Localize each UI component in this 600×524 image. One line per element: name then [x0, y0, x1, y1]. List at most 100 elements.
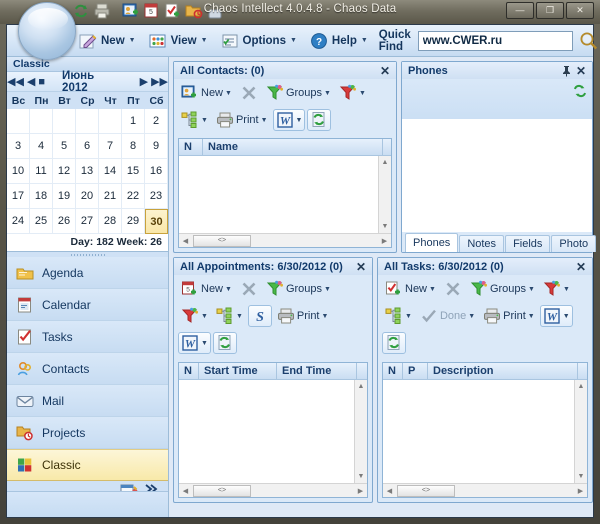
chevron-down-icon[interactable]: ▼	[324, 286, 331, 293]
sidebar-item-contacts[interactable]: Contacts	[7, 353, 168, 385]
appointments-list[interactable]: NStart TimeEnd Time ▲ ▼ ◀ <> ▶	[178, 362, 368, 498]
appointments-new-button[interactable]: 5New▼	[178, 278, 235, 300]
calendar-day[interactable]: 7	[99, 134, 122, 159]
chevron-down-icon[interactable]: ▼	[359, 90, 366, 97]
contacts-vertical-scrollbar[interactable]: ▲ ▼	[378, 156, 391, 233]
chevron-down-icon[interactable]: ▼	[225, 90, 232, 97]
calendar-day[interactable]: 17	[7, 184, 30, 209]
scroll-down-icon[interactable]: ▼	[575, 470, 587, 483]
view-button[interactable]: View ▼	[143, 28, 213, 54]
scroll-right-icon[interactable]: ▶	[574, 487, 587, 495]
appointments-hierarchy-button[interactable]: ▼	[213, 305, 246, 327]
tasks-print-button[interactable]: Print▼	[480, 305, 538, 327]
appointments-column-header[interactable]: Start Time	[199, 363, 277, 379]
calendar-prev-month-button[interactable]: ◀	[27, 75, 35, 88]
sidebar-item-tasks[interactable]: Tasks	[7, 321, 168, 353]
tasks-list-body[interactable]	[383, 380, 574, 483]
tasks-hierarchy-button[interactable]: ▼	[382, 305, 415, 327]
appointments-spell-check-button[interactable]: S	[248, 305, 272, 327]
calendar-day[interactable]: 28	[99, 209, 122, 234]
chevron-down-icon[interactable]: ▼	[324, 90, 331, 97]
calendar-day[interactable]: 25	[30, 209, 53, 234]
calendar-day[interactable]: 15	[122, 159, 145, 184]
contacts-hierarchy-button[interactable]: ▼	[178, 109, 211, 131]
close-icon[interactable]: ✕	[354, 260, 368, 274]
chevron-down-icon[interactable]: ▼	[201, 313, 208, 320]
chevron-down-icon[interactable]: ▼	[563, 286, 570, 293]
chevron-down-icon[interactable]: ▼	[296, 117, 303, 124]
sidebar-item-projects[interactable]: Projects	[7, 417, 168, 449]
contacts-delete-x-button[interactable]	[237, 82, 261, 104]
scroll-up-icon[interactable]: ▲	[379, 156, 391, 169]
contacts-groups-button[interactable]: Groups▼	[263, 82, 334, 104]
sidebar-item-classic[interactable]: Classic	[7, 449, 168, 481]
maximize-button[interactable]: ❐	[536, 2, 564, 19]
calendar-day[interactable]: 26	[53, 209, 76, 234]
sidebar-splitter[interactable]	[7, 252, 168, 257]
calendar-day[interactable]: 8	[122, 134, 145, 159]
tasks-list[interactable]: NPDescription ▲ ▼ ◀ <> ▶	[382, 362, 588, 498]
close-button[interactable]: ✕	[566, 2, 594, 19]
contacts-print-button[interactable]: Print▼	[213, 109, 271, 131]
minimize-button[interactable]: —	[506, 2, 534, 19]
calendar-day[interactable]: 18	[30, 184, 53, 209]
chevron-down-icon[interactable]: ▼	[563, 313, 570, 320]
calendar-day[interactable]: 19	[53, 184, 76, 209]
tab-phones[interactable]: Phones	[405, 233, 458, 252]
tasks-filter-funnel-button[interactable]: ▼	[540, 278, 573, 300]
calendar-next-month-button[interactable]: ▶	[140, 75, 148, 88]
calendar-day[interactable]: 5	[53, 134, 76, 159]
chevron-down-icon[interactable]: ▼	[468, 313, 475, 320]
calendar-day[interactable]: 1	[122, 109, 145, 134]
chevron-down-icon[interactable]: ▼	[405, 313, 412, 320]
appointments-vertical-scrollbar[interactable]: ▲ ▼	[354, 380, 367, 483]
chevron-down-icon[interactable]: ▼	[201, 37, 208, 44]
chevron-down-icon[interactable]: ▼	[429, 286, 436, 293]
calendar-day[interactable]: 20	[76, 184, 99, 209]
chevron-down-icon[interactable]: ▼	[528, 313, 535, 320]
chevron-down-icon[interactable]: ▼	[261, 117, 268, 124]
scroll-right-icon[interactable]: ▶	[354, 487, 367, 495]
chevron-down-icon[interactable]: ▼	[201, 117, 208, 124]
calendar-day[interactable]: 13	[76, 159, 99, 184]
calendar-day-selected[interactable]: 30	[145, 209, 168, 234]
tasks-column-header[interactable]: N	[383, 363, 403, 379]
scroll-down-icon[interactable]: ▼	[355, 470, 367, 483]
chevron-down-icon[interactable]: ▼	[290, 37, 297, 44]
close-icon[interactable]: ✕	[574, 64, 588, 78]
calendar-today-button[interactable]: ■	[38, 76, 45, 88]
appointments-column-header[interactable]: End Time	[277, 363, 357, 379]
tab-notes[interactable]: Notes	[459, 235, 504, 252]
tasks-delete-x-button[interactable]	[441, 278, 465, 300]
contacts-column-header[interactable]: N	[179, 139, 203, 155]
tasks-column-header[interactable]: Description	[428, 363, 578, 379]
tasks-groups-button[interactable]: Groups▼	[467, 278, 538, 300]
contacts-column-header[interactable]: Name	[203, 139, 383, 155]
contacts-list-body[interactable]	[179, 156, 378, 233]
contacts-new-button[interactable]: New▼	[178, 82, 235, 104]
appointments-list-body[interactable]	[179, 380, 354, 483]
search-icon[interactable]	[578, 30, 600, 52]
scroll-thumb[interactable]: <>	[397, 485, 455, 497]
appointments-horizontal-scrollbar[interactable]: ◀ <> ▶	[179, 483, 367, 497]
appointments-word-button[interactable]: W▼	[178, 332, 211, 354]
calendar-day-grid[interactable]: 1234567891011121314151617181920212223242…	[7, 109, 168, 234]
quick-find-input[interactable]	[418, 31, 573, 51]
calendar-day[interactable]: 23	[145, 184, 168, 209]
tasks-vertical-scrollbar[interactable]: ▲ ▼	[574, 380, 587, 483]
calendar-day[interactable]: 21	[99, 184, 122, 209]
new-button[interactable]: New ▼	[73, 28, 141, 54]
calendar-day[interactable]: 24	[7, 209, 30, 234]
scroll-left-icon[interactable]: ◀	[383, 487, 396, 495]
tasks-new-button[interactable]: New▼	[382, 278, 439, 300]
options-button[interactable]: Options ▼	[215, 28, 302, 54]
calendar-day[interactable]: 29	[122, 209, 145, 234]
help-button[interactable]: ? Help ▼	[304, 28, 373, 54]
tasks-done-button[interactable]: Done▼	[417, 305, 478, 327]
chevron-down-icon[interactable]: ▼	[129, 37, 136, 44]
tab-photo[interactable]: Photo	[551, 235, 596, 252]
contacts-list[interactable]: NName ▲ ▼ ◀ <> ▶	[178, 138, 392, 248]
appointments-delete-x-button[interactable]	[237, 278, 261, 300]
calendar-prev-year-button[interactable]: ◀◀	[7, 75, 24, 88]
chevron-down-icon[interactable]: ▼	[361, 37, 368, 44]
